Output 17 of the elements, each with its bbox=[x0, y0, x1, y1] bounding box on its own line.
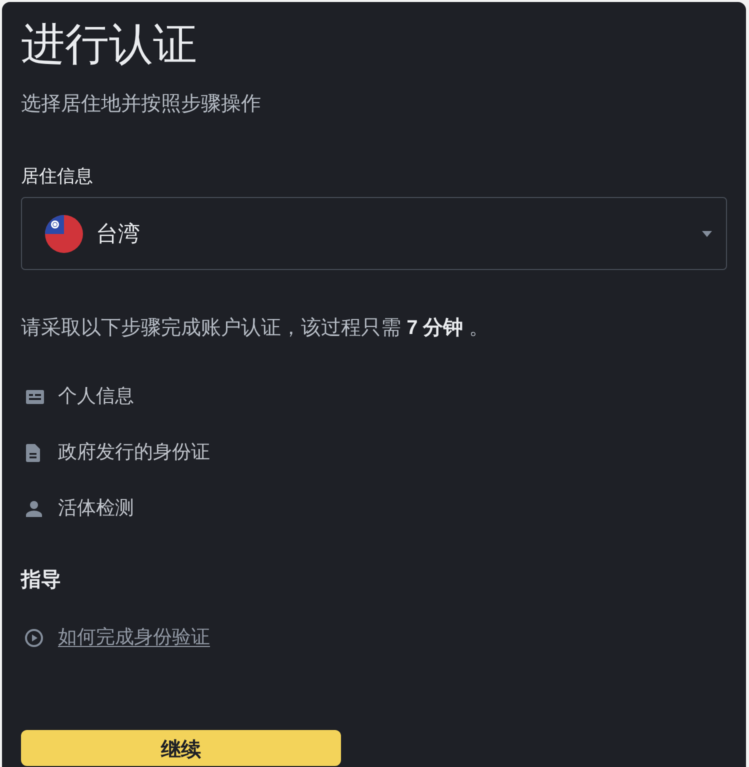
intro-text: 请采取以下步骤完成账户认证，该过程只需 7 分钟 。 bbox=[21, 316, 489, 341]
guide-heading: 指导 bbox=[21, 568, 61, 593]
person-icon bbox=[26, 501, 42, 517]
id-card-icon bbox=[26, 390, 44, 404]
page-title: 进行认证 bbox=[21, 19, 197, 71]
step-label: 政府发行的身份证 bbox=[58, 441, 210, 465]
play-circle-icon bbox=[25, 629, 43, 647]
country-select[interactable]: 台湾 bbox=[21, 197, 727, 270]
flag-icon bbox=[45, 214, 83, 252]
guide-link[interactable]: 如何完成身份验证 bbox=[58, 624, 210, 652]
page-subtitle: 选择居住地并按照步骤操作 bbox=[21, 92, 261, 117]
document-icon bbox=[26, 444, 40, 462]
residence-label: 居住信息 bbox=[21, 165, 93, 188]
continue-button[interactable]: 继续 bbox=[21, 730, 341, 766]
step-label: 个人信息 bbox=[58, 385, 134, 409]
step-label: 活体检测 bbox=[58, 497, 134, 521]
caret-icon bbox=[702, 230, 712, 236]
